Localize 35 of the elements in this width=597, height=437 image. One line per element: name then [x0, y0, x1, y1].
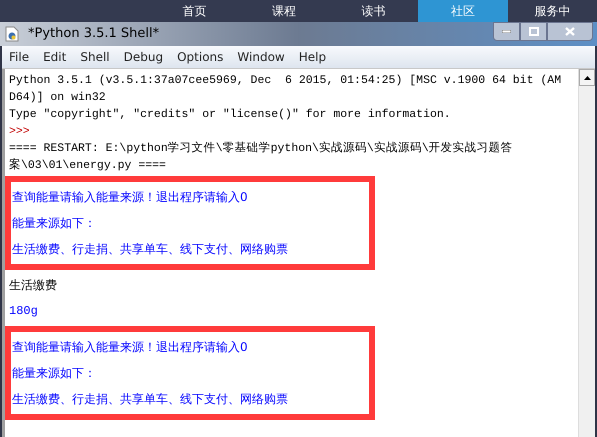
program-output-line: 生活缴费、行走捐、共享单车、线下支付、网络购票	[12, 391, 288, 408]
window-title: *Python 3.5.1 Shell*	[28, 25, 160, 44]
menu-item[interactable]: Debug	[124, 48, 164, 66]
site-nav-tab[interactable]: 服务中	[508, 0, 597, 22]
program-output-line: 查询能量请输入能量来源！退出程序请输入0	[12, 339, 248, 356]
site-nav-tab[interactable]: 课程	[239, 0, 329, 22]
shell-prompt: >>>	[9, 124, 30, 140]
shell-output-line: ==== RESTART: E:\python学习文件\零基础学python\实战源码\实战源码\开发实战习题答	[9, 140, 513, 157]
maximize-icon	[528, 27, 538, 36]
user-input-line: 生活缴费	[9, 277, 57, 294]
program-output-line: 能量来源如下：	[12, 365, 96, 382]
program-output-line: 能量来源如下：	[12, 215, 96, 232]
site-nav-tab[interactable]: 读书	[328, 0, 418, 22]
menu-item[interactable]: Edit	[43, 48, 66, 66]
menu-item[interactable]: File	[9, 48, 30, 66]
program-output-line: 生活缴费、行走捐、共享单车、线下支付、网络购票	[12, 241, 288, 258]
scroll-up-icon	[584, 76, 590, 80]
menu-item[interactable]: Window	[237, 48, 285, 66]
menu-item[interactable]: Shell	[80, 48, 110, 66]
close-icon	[565, 27, 575, 36]
close-button[interactable]	[547, 22, 593, 41]
shell-output-line: Type "copyright", "credits" or "license()" for more information.	[9, 107, 451, 123]
shell-output-line: Python 3.5.1 (v3.5.1:37a07cee5969, Dec 6 2015, 01:54:25) [MSC v.1900 64 bit (AM	[9, 73, 562, 89]
maximize-button[interactable]	[520, 22, 547, 41]
shell-output-line: D64)] on win32	[9, 90, 106, 106]
minimize-icon	[502, 30, 511, 33]
menu-item[interactable]: Options	[177, 48, 224, 66]
python-file-icon	[4, 26, 20, 42]
site-nav-tab[interactable]: 首页	[150, 0, 240, 22]
minimize-button[interactable]	[493, 22, 520, 41]
vertical-scrollbar[interactable]	[578, 69, 595, 437]
shell-output-line: 案\03\01\energy.py ====	[9, 157, 166, 174]
program-output-line: 180g	[9, 303, 38, 320]
menu-item[interactable]: Help	[298, 48, 326, 66]
program-output-line: 查询能量请输入能量来源！退出程序请输入0	[12, 189, 248, 206]
